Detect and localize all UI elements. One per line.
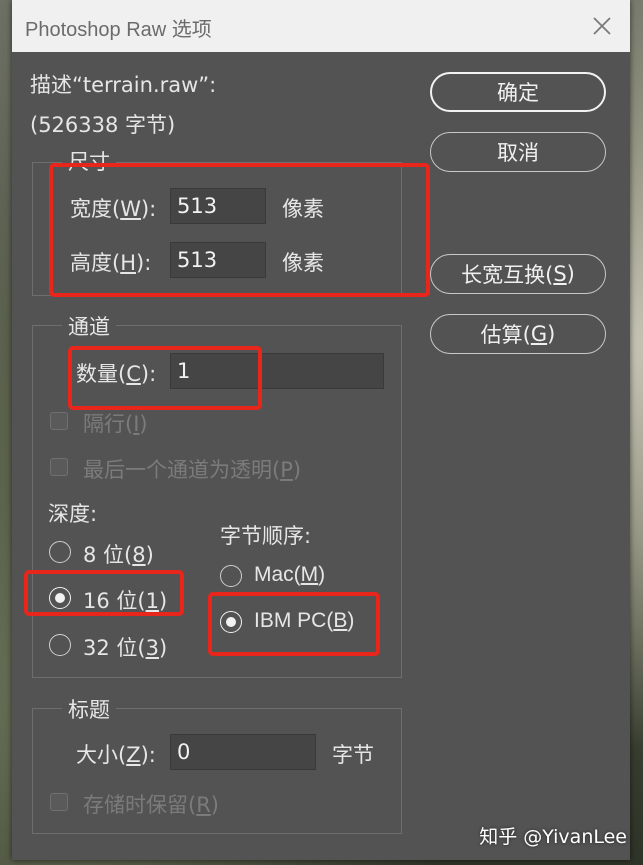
channel-count-input[interactable] (170, 353, 384, 389)
depth-32-label: 32 位(3) (83, 636, 168, 660)
photoshop-raw-options-dialog: Photoshop Raw 选项 描述“terrain.raw”: (52633… (12, 0, 630, 860)
header-size-unit: 字节 (332, 743, 374, 767)
file-size: (526338 字节) (30, 113, 176, 137)
cancel-button[interactable]: 取消 (430, 132, 606, 172)
interleaved-label: 隔行(I) (83, 412, 148, 436)
header-group-label: 标题 (62, 694, 116, 724)
dimensions-group-label: 尺寸 (62, 146, 116, 176)
swap-dimensions-button[interactable]: 长宽互换(S) (430, 254, 606, 294)
byte-order-mac-label: Mac(M) (254, 563, 326, 586)
height-label: 高度(H): (70, 251, 152, 275)
title-bar[interactable]: Photoshop Raw 选项 (12, 0, 630, 52)
depth-32-radio[interactable] (49, 634, 71, 656)
last-channel-transparent-checkbox[interactable] (50, 458, 68, 476)
depth-8-radio[interactable] (49, 541, 71, 563)
byte-order-label: 字节顺序: (220, 524, 312, 548)
width-unit: 像素 (282, 197, 324, 221)
retain-on-save-checkbox[interactable] (50, 793, 68, 811)
watermark-text: 知乎 @YivanLee (479, 826, 627, 848)
channel-count-label: 数量(C): (76, 362, 157, 386)
height-unit: 像素 (282, 251, 324, 275)
depth-8-label: 8 位(8) (83, 543, 154, 567)
header-size-label: 大小(Z): (76, 743, 156, 767)
depth-16-label: 16 位(1) (83, 589, 168, 613)
header-size-input[interactable] (170, 734, 316, 770)
depth-label: 深度: (48, 502, 98, 526)
byte-order-mac-radio[interactable] (220, 565, 242, 587)
width-label: 宽度(W): (70, 197, 157, 221)
file-description: 描述“terrain.raw”: (30, 73, 217, 97)
byte-order-ibm-label: IBM PC(B) (254, 609, 355, 632)
close-icon[interactable] (590, 14, 614, 38)
byte-order-ibm-radio[interactable] (220, 611, 242, 633)
depth-16-radio[interactable] (49, 587, 71, 609)
ok-button[interactable]: 确定 (430, 72, 606, 112)
height-input[interactable] (170, 242, 266, 278)
interleaved-checkbox[interactable] (50, 412, 68, 430)
width-input[interactable] (170, 188, 266, 224)
retain-on-save-label: 存储时保留(R) (83, 793, 219, 817)
estimate-button[interactable]: 估算(G) (430, 314, 606, 354)
last-channel-transparent-label: 最后一个通道为透明(P) (83, 458, 302, 482)
channels-group-label: 通道 (62, 311, 116, 341)
window-title: Photoshop Raw 选项 (25, 19, 212, 41)
